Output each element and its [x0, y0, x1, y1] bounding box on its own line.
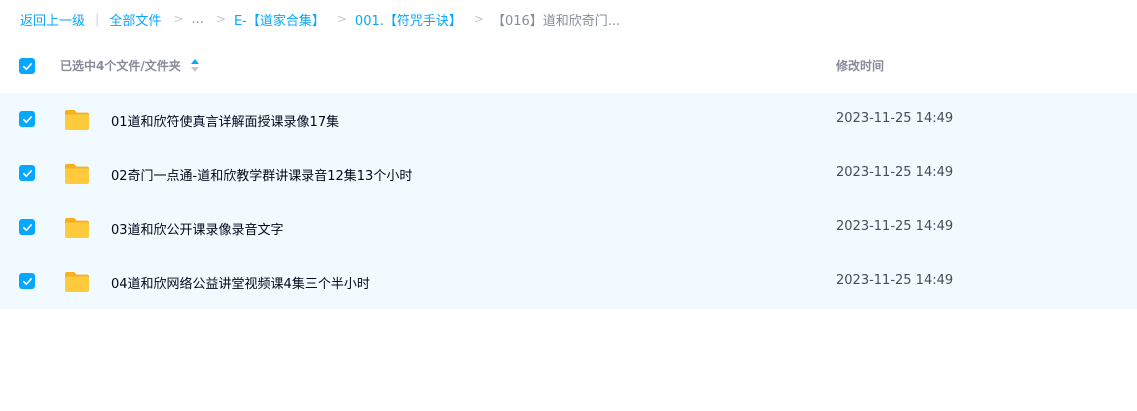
file-row[interactable]: 03道和欣公开课录像录音文字 2023-11-25 14:49 [0, 201, 1137, 255]
file-list: 01道和欣符使真言详解面授课录像17集 2023-11-25 14:49 02奇… [0, 93, 1137, 309]
list-header: 已选中4个文件/文件夹 修改时间 [0, 44, 1137, 88]
file-name[interactable]: 04道和欣网络公益讲堂视频课4集三个半小时 [111, 273, 370, 292]
file-modified-time: 2023-11-25 14:49 [836, 165, 954, 180]
select-all-checkbox[interactable] [19, 58, 35, 74]
check-icon [22, 62, 32, 70]
check-icon [22, 115, 32, 123]
chevron-right-icon: > [473, 12, 484, 26]
all-files-link[interactable]: 全部文件 [109, 10, 161, 29]
folder-icon [63, 270, 91, 294]
breadcrumb-level1-link[interactable]: E-【道家合集】 [234, 10, 325, 29]
file-name[interactable]: 03道和欣公开课录像录音文字 [111, 219, 284, 238]
selected-count-text: 已选中4个文件/文件夹 [60, 59, 181, 73]
modified-time-header[interactable]: 修改时间 [836, 57, 884, 74]
check-icon [22, 223, 32, 231]
breadcrumb: 返回上一级 | 全部文件 > ... > E-【道家合集】 > 001.【符咒手… [20, 8, 620, 30]
check-icon [22, 169, 32, 177]
row-checkbox[interactable] [19, 111, 35, 127]
file-row[interactable]: 01道和欣符使真言详解面授课录像17集 2023-11-25 14:49 [0, 93, 1137, 147]
file-modified-time: 2023-11-25 14:49 [836, 111, 954, 126]
row-checkbox[interactable] [19, 219, 35, 235]
chevron-right-icon: > [173, 12, 184, 26]
chevron-right-icon: > [336, 12, 347, 26]
breadcrumb-current: 【016】道和欣奇门... [491, 13, 621, 29]
selection-summary: 已选中4个文件/文件夹 [60, 57, 199, 74]
file-name[interactable]: 01道和欣符使真言详解面授课录像17集 [111, 111, 339, 130]
file-name[interactable]: 02奇门一点通-道和欣教学群讲课录音12集13个小时 [111, 165, 412, 184]
folder-icon [63, 216, 91, 240]
file-row[interactable]: 02奇门一点通-道和欣教学群讲课录音12集13个小时 2023-11-25 14… [0, 147, 1137, 201]
folder-icon [63, 108, 91, 132]
back-link[interactable]: 返回上一级 [20, 10, 85, 29]
breadcrumb-level2-link[interactable]: 001.【符咒手诀】 [355, 10, 462, 29]
check-icon [22, 277, 32, 285]
file-modified-time: 2023-11-25 14:49 [836, 219, 954, 234]
row-checkbox[interactable] [19, 273, 35, 289]
row-checkbox[interactable] [19, 165, 35, 181]
file-modified-time: 2023-11-25 14:49 [836, 273, 954, 288]
breadcrumb-ellipsis[interactable]: ... [191, 12, 203, 27]
folder-icon [63, 162, 91, 186]
breadcrumb-divider: | [95, 11, 100, 27]
sort-icon[interactable] [190, 58, 199, 73]
file-row[interactable]: 04道和欣网络公益讲堂视频课4集三个半小时 2023-11-25 14:49 [0, 255, 1137, 309]
chevron-right-icon: > [215, 12, 226, 26]
